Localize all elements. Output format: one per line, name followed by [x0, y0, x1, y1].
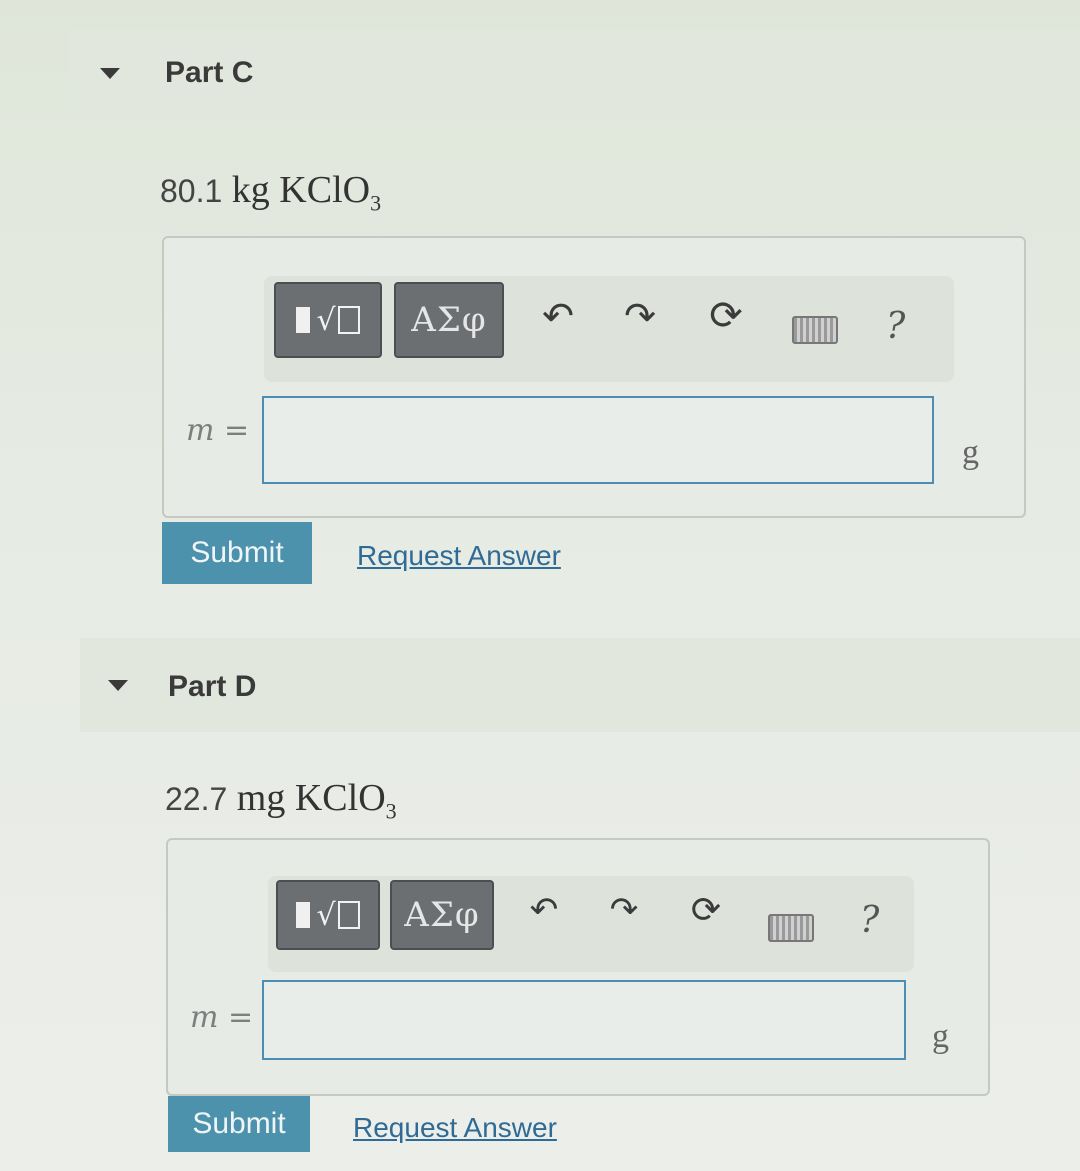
submit-button[interactable]: Submit	[162, 522, 312, 584]
answer-box: √ ΑΣφ ↶ ↷ ⟳ ? m = g	[162, 236, 1026, 518]
page: Part C 80.1 kg KClO3 √ ΑΣφ ↶ ↷ ⟳ ? m = g…	[0, 0, 1080, 1171]
question-unit: mg	[236, 777, 286, 819]
templates-icon	[296, 307, 311, 333]
question-unit: kg	[231, 169, 270, 211]
variable-label: m =	[186, 413, 250, 448]
question-text: 80.1 kg KClO3	[160, 168, 381, 217]
question-formula-subscript: 3	[385, 798, 397, 824]
answer-input[interactable]	[262, 396, 934, 484]
templates-icon	[296, 902, 311, 928]
part-title: Part D	[168, 670, 257, 703]
redo-icon[interactable]: ↷	[618, 294, 662, 338]
templates-button[interactable]: √	[276, 880, 380, 950]
part-title: Part C	[165, 56, 254, 89]
box-icon	[337, 306, 360, 334]
keyboard-icon[interactable]	[768, 914, 814, 942]
help-icon[interactable]: ?	[860, 900, 879, 941]
redo-icon[interactable]: ↷	[604, 890, 644, 930]
question-formula: KClO	[294, 777, 386, 819]
answer-box: √ ΑΣφ ↶ ↷ ⟳ ? m = g	[166, 838, 990, 1096]
question-text: 22.7 mg KClO3	[165, 776, 397, 825]
symbols-button[interactable]: ΑΣφ	[390, 880, 494, 950]
answer-unit: g	[932, 1018, 949, 1055]
sqrt-icon: √	[316, 302, 336, 338]
reset-icon[interactable]: ⟳	[704, 293, 748, 339]
undo-icon[interactable]: ↶	[524, 890, 564, 930]
caret-down-icon[interactable]	[108, 680, 128, 691]
answer-input[interactable]	[262, 980, 906, 1060]
keyboard-icon[interactable]	[792, 316, 838, 344]
request-answer-link[interactable]: Request Answer	[357, 540, 561, 572]
math-toolbar: √ ΑΣφ ↶ ↷ ⟳ ?	[264, 276, 954, 382]
undo-icon[interactable]: ↶	[536, 294, 580, 338]
question-number: 22.7	[165, 781, 228, 817]
templates-button[interactable]: √	[274, 282, 382, 358]
help-icon[interactable]: ?	[886, 306, 905, 347]
symbols-button[interactable]: ΑΣφ	[394, 282, 504, 358]
question-formula-subscript: 3	[370, 190, 382, 216]
part-d-header[interactable]: Part D	[80, 638, 1080, 732]
question-number: 80.1	[160, 173, 223, 209]
answer-unit: g	[962, 434, 979, 471]
reset-icon[interactable]: ⟳	[686, 890, 726, 931]
submit-button[interactable]: Submit	[168, 1096, 310, 1152]
caret-down-icon[interactable]	[100, 68, 120, 79]
math-toolbar: √ ΑΣφ ↶ ↷ ⟳ ?	[268, 876, 914, 972]
box-icon	[337, 901, 360, 929]
part-c-header[interactable]: Part C	[70, 30, 1080, 120]
question-formula: KClO	[279, 169, 371, 211]
request-answer-link[interactable]: Request Answer	[353, 1112, 557, 1144]
sqrt-icon: √	[316, 897, 336, 933]
variable-label: m =	[190, 1000, 254, 1035]
